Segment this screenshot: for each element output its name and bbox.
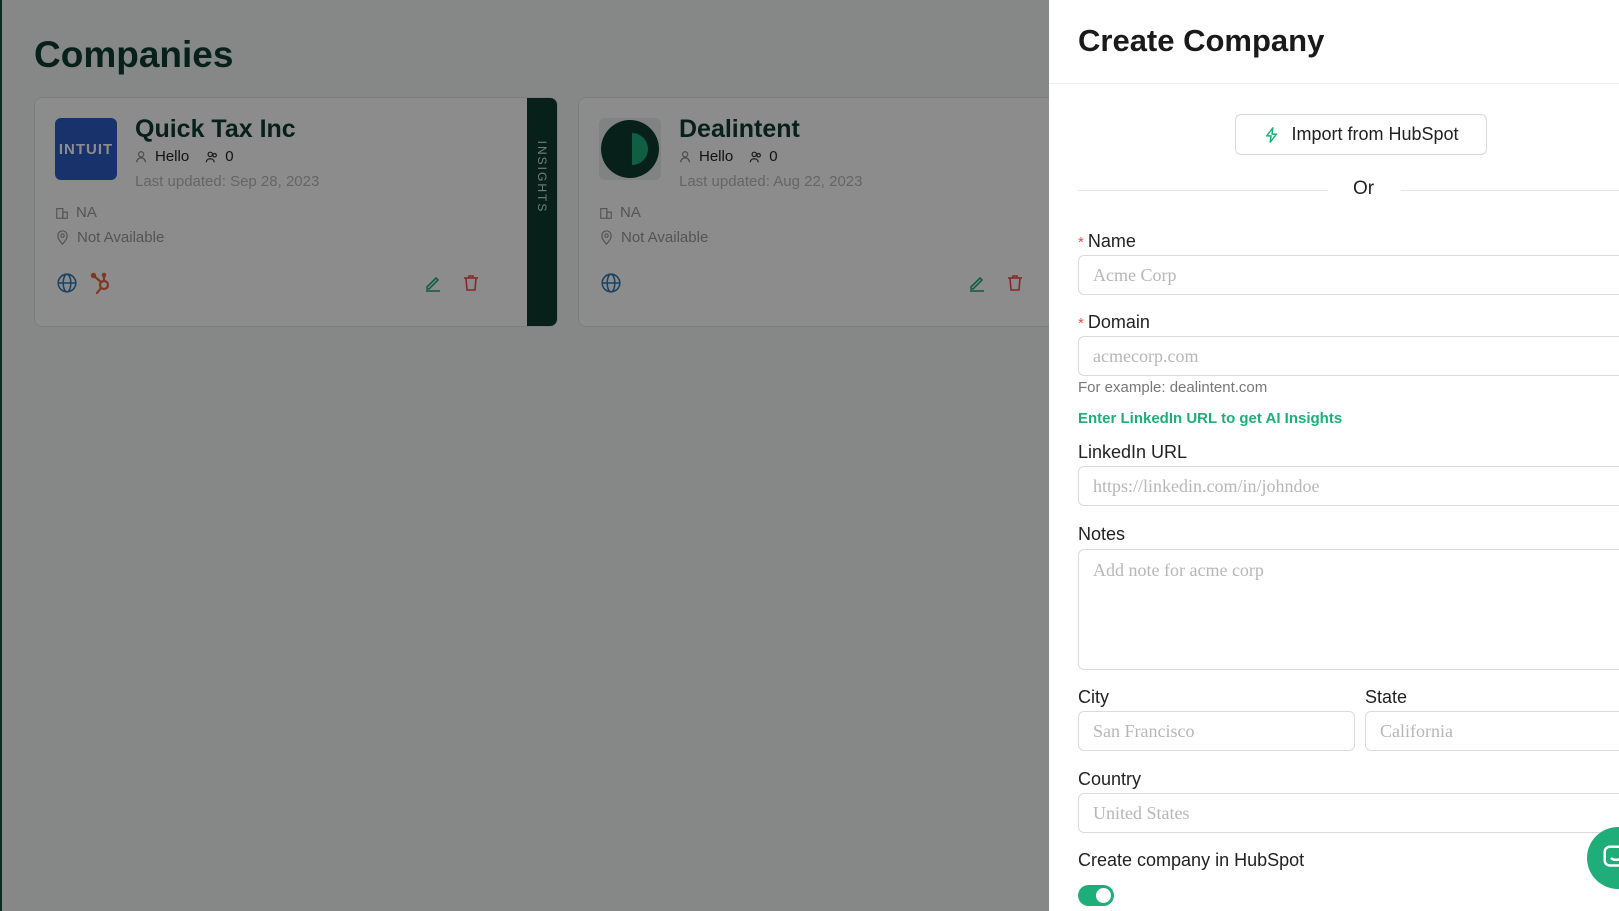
state-input[interactable] [1365,711,1619,751]
city-label: City [1078,687,1109,707]
lightning-icon [1266,126,1278,143]
linkedin-insights-cta: Enter LinkedIn URL to get AI Insights [1078,410,1343,427]
or-text: Or [1353,178,1375,199]
notes-label: Notes [1078,524,1126,544]
city-input[interactable] [1078,711,1355,751]
import-hubspot-button[interactable]: Import from HubSpot [1235,114,1487,155]
name-input[interactable] [1078,255,1619,295]
create-company-drawer: Create Company Import from HubSpot Or * N… [1049,0,1619,911]
hubspot-toggle[interactable] [1078,885,1114,906]
modal-backdrop[interactable] [0,0,1049,911]
state-label: State [1365,687,1408,707]
domain-hint: For example: dealintent.com [1078,379,1268,396]
notes-textarea[interactable] [1078,549,1619,670]
or-divider: Or [1078,178,1619,202]
country-input[interactable] [1078,793,1619,833]
drawer-header: Create Company [1049,0,1619,84]
domain-input[interactable] [1078,336,1619,376]
drawer-title: Create Company [1078,23,1325,58]
chat-icon [1603,845,1619,867]
linkedin-url-input[interactable] [1078,466,1619,506]
linkedin-label: LinkedIn URL [1078,442,1188,462]
import-hubspot-label: Import from HubSpot [1291,124,1459,144]
hubspot-toggle-label: Create company in HubSpot [1078,850,1305,870]
domain-label: * Domain [1078,312,1150,332]
country-label: Country [1078,769,1142,789]
name-label: * Name [1078,231,1136,251]
